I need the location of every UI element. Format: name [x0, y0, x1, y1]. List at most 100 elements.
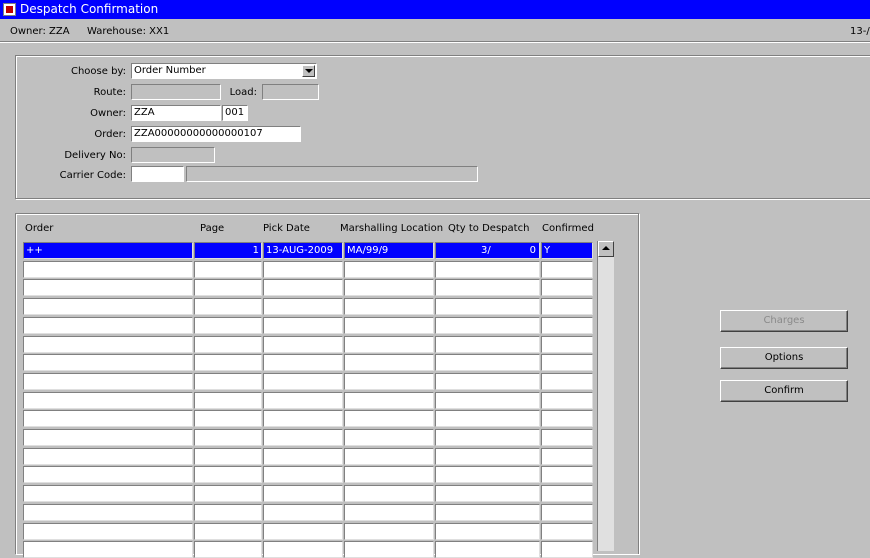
- table-cell[interactable]: [194, 279, 262, 296]
- table-cell[interactable]: [541, 317, 593, 334]
- table-cell[interactable]: [344, 541, 434, 558]
- table-cell[interactable]: [435, 354, 540, 371]
- table-cell[interactable]: [194, 410, 262, 427]
- table-cell[interactable]: [435, 298, 540, 315]
- table-cell[interactable]: [263, 317, 343, 334]
- table-cell[interactable]: [435, 541, 540, 558]
- table-cell[interactable]: [344, 429, 434, 446]
- table-cell[interactable]: [541, 336, 593, 353]
- confirm-button[interactable]: Confirm: [720, 380, 848, 402]
- charges-button[interactable]: Charges: [720, 310, 848, 332]
- table-cell[interactable]: [23, 336, 193, 353]
- table-cell[interactable]: [263, 504, 343, 521]
- table-cell[interactable]: [435, 336, 540, 353]
- table-cell[interactable]: [23, 261, 193, 278]
- table-cell[interactable]: [263, 466, 343, 483]
- table-cell[interactable]: [344, 261, 434, 278]
- table-cell[interactable]: [541, 466, 593, 483]
- table-cell[interactable]: [263, 485, 343, 502]
- page-cell[interactable]: 1: [194, 242, 262, 259]
- table-cell[interactable]: [194, 298, 262, 315]
- table-cell[interactable]: [541, 410, 593, 427]
- table-cell[interactable]: [194, 541, 262, 558]
- table-cell[interactable]: [263, 373, 343, 390]
- owner-field[interactable]: ZZA: [131, 105, 221, 121]
- table-scrollbar[interactable]: [597, 241, 614, 551]
- table-cell[interactable]: [541, 429, 593, 446]
- table-cell[interactable]: [194, 504, 262, 521]
- table-cell[interactable]: [435, 504, 540, 521]
- qty-cell[interactable]: 3/ 0: [435, 242, 540, 259]
- route-field[interactable]: [131, 84, 221, 100]
- table-cell[interactable]: [23, 523, 193, 540]
- table-cell[interactable]: [344, 448, 434, 465]
- app-icon[interactable]: [3, 3, 16, 16]
- table-cell[interactable]: [23, 410, 193, 427]
- table-cell[interactable]: [344, 485, 434, 502]
- carrier-code-field[interactable]: [131, 166, 184, 182]
- table-cell[interactable]: [435, 373, 540, 390]
- table-cell[interactable]: [263, 354, 343, 371]
- table-cell[interactable]: [435, 485, 540, 502]
- table-cell[interactable]: [263, 410, 343, 427]
- table-cell[interactable]: [435, 317, 540, 334]
- table-cell[interactable]: [541, 373, 593, 390]
- table-cell[interactable]: [435, 261, 540, 278]
- table-cell[interactable]: [23, 317, 193, 334]
- table-cell[interactable]: [344, 504, 434, 521]
- order-cell[interactable]: ++: [23, 242, 193, 259]
- table-cell[interactable]: [194, 317, 262, 334]
- table-cell[interactable]: [435, 392, 540, 409]
- table-cell[interactable]: [194, 373, 262, 390]
- table-cell[interactable]: [344, 279, 434, 296]
- table-cell[interactable]: [23, 504, 193, 521]
- table-cell[interactable]: [194, 354, 262, 371]
- table-cell[interactable]: [541, 298, 593, 315]
- table-cell[interactable]: [263, 448, 343, 465]
- scroll-up-arrow-icon[interactable]: [598, 241, 614, 257]
- confirmed-cell[interactable]: Y: [541, 242, 593, 259]
- table-cell[interactable]: [541, 392, 593, 409]
- table-cell[interactable]: [344, 336, 434, 353]
- table-cell[interactable]: [344, 523, 434, 540]
- choose-by-select[interactable]: Order Number: [131, 63, 317, 79]
- table-cell[interactable]: [23, 373, 193, 390]
- table-cell[interactable]: [344, 354, 434, 371]
- table-cell[interactable]: [344, 392, 434, 409]
- delivery-field[interactable]: [131, 147, 215, 163]
- table-cell[interactable]: [344, 317, 434, 334]
- table-cell[interactable]: [194, 448, 262, 465]
- table-cell[interactable]: [263, 279, 343, 296]
- chevron-down-icon[interactable]: [302, 65, 315, 77]
- table-cell[interactable]: [23, 485, 193, 502]
- table-cell[interactable]: [194, 429, 262, 446]
- table-cell[interactable]: [541, 523, 593, 540]
- load-field[interactable]: [262, 84, 319, 100]
- table-cell[interactable]: [435, 279, 540, 296]
- table-cell[interactable]: [194, 485, 262, 502]
- table-cell[interactable]: [263, 541, 343, 558]
- table-cell[interactable]: [344, 373, 434, 390]
- table-cell[interactable]: [541, 448, 593, 465]
- table-cell[interactable]: [263, 336, 343, 353]
- table-cell[interactable]: [344, 466, 434, 483]
- table-cell[interactable]: [263, 429, 343, 446]
- table-cell[interactable]: [435, 429, 540, 446]
- owner-code-field[interactable]: 001: [222, 105, 248, 121]
- table-cell[interactable]: [263, 523, 343, 540]
- table-cell[interactable]: [194, 261, 262, 278]
- table-cell[interactable]: [435, 410, 540, 427]
- table-cell[interactable]: [435, 466, 540, 483]
- table-cell[interactable]: [263, 392, 343, 409]
- table-cell[interactable]: [541, 504, 593, 521]
- table-cell[interactable]: [194, 466, 262, 483]
- table-cell[interactable]: [23, 448, 193, 465]
- table-cell[interactable]: [541, 541, 593, 558]
- table-cell[interactable]: [194, 336, 262, 353]
- table-cell[interactable]: [435, 448, 540, 465]
- table-cell[interactable]: [194, 523, 262, 540]
- table-cell[interactable]: [344, 298, 434, 315]
- table-cell[interactable]: [23, 392, 193, 409]
- location-cell[interactable]: MA/99/9: [344, 242, 434, 259]
- table-cell[interactable]: [23, 279, 193, 296]
